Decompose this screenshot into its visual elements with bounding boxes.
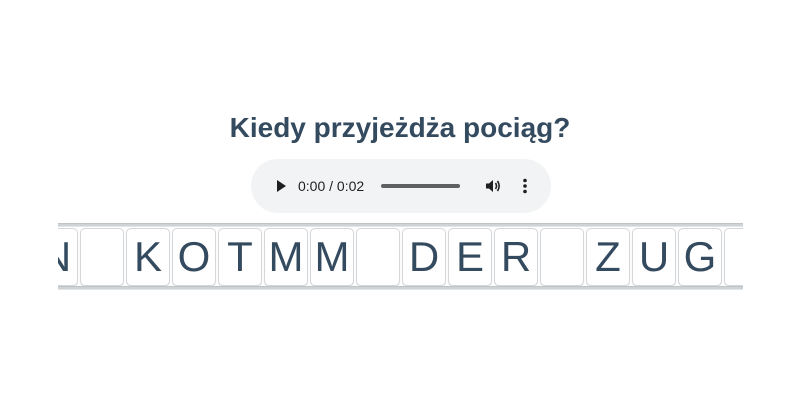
exercise-stage: Kiedy przyjeżdża pociąg? 0:00 / 0:02 NKO… xyxy=(0,0,800,400)
strip-rail-top xyxy=(58,223,743,227)
audio-player[interactable]: 0:00 / 0:02 xyxy=(251,159,551,213)
audio-seek-bar[interactable] xyxy=(381,184,460,188)
letter-tile[interactable]: N xyxy=(58,228,78,286)
letter-tile[interactable]: E xyxy=(448,228,492,286)
letter-tile[interactable]: T xyxy=(218,228,262,286)
letter-tile[interactable] xyxy=(724,228,743,286)
letter-tile[interactable] xyxy=(356,228,400,286)
letter-tile[interactable]: G xyxy=(678,228,722,286)
letter-tile-strip: NKOTMMDERZUG xyxy=(58,222,743,292)
strip-rail-bottom xyxy=(58,286,743,290)
letter-tile[interactable]: U xyxy=(632,228,676,286)
question-title: Kiedy przyjeżdża pociąg? xyxy=(229,112,571,143)
letter-tile[interactable] xyxy=(540,228,584,286)
letter-tile[interactable]: K xyxy=(126,228,170,286)
letter-tile[interactable]: M xyxy=(264,228,308,286)
letter-tile[interactable]: Z xyxy=(586,228,630,286)
letter-tile[interactable]: M xyxy=(310,228,354,286)
more-options-icon[interactable] xyxy=(515,176,535,196)
letter-tile[interactable]: O xyxy=(172,228,216,286)
letter-tile[interactable]: R xyxy=(494,228,538,286)
letter-tile[interactable] xyxy=(80,228,124,286)
letter-tiles: NKOTMMDERZUG xyxy=(58,228,743,286)
play-icon[interactable] xyxy=(271,176,291,196)
audio-time: 0:00 / 0:02 xyxy=(298,178,365,194)
letter-tile[interactable]: D xyxy=(402,228,446,286)
volume-icon[interactable] xyxy=(483,176,503,196)
